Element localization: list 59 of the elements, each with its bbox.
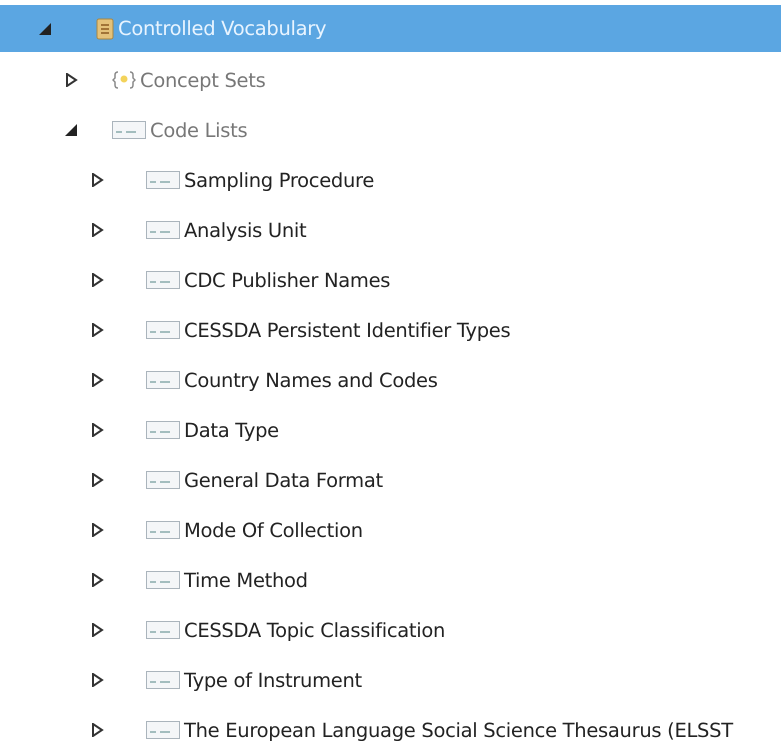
expand-icon[interactable] (90, 673, 104, 687)
tree-row[interactable]: General Data Format (0, 455, 781, 505)
list-icon (146, 420, 180, 440)
expand-icon[interactable] (90, 723, 104, 737)
node-label: CESSDA Topic Classification (184, 618, 446, 642)
expand-icon[interactable] (90, 623, 104, 637)
list-icon (146, 370, 180, 390)
list-icon (146, 520, 180, 540)
node-label: Controlled Vocabulary (118, 17, 326, 40)
tree-row[interactable]: CDC Publisher Names (0, 255, 781, 305)
tree-row[interactable]: Data Type (0, 405, 781, 455)
list-icon (112, 120, 146, 140)
expand-icon[interactable] (90, 473, 104, 487)
list-icon (146, 270, 180, 290)
tree-row[interactable]: CESSDA Topic Classification (0, 605, 781, 655)
node-label: Sampling Procedure (184, 168, 374, 192)
list-icon (146, 670, 180, 690)
node-label: Code Lists (150, 118, 248, 142)
tree-row[interactable]: Concept Sets (0, 55, 781, 105)
tree-row[interactable]: Code Lists (0, 105, 781, 155)
collapse-icon[interactable] (64, 123, 78, 137)
tree-row[interactable]: Country Names and Codes (0, 355, 781, 405)
tree-row[interactable]: Mode Of Collection (0, 505, 781, 555)
braces-icon (112, 70, 136, 90)
list-icon (146, 620, 180, 640)
tree-row[interactable]: CESSDA Persistent Identifier Types (0, 305, 781, 355)
node-label: Type of Instrument (184, 668, 362, 692)
node-label: Mode Of Collection (184, 518, 363, 542)
node-label: CDC Publisher Names (184, 268, 390, 292)
expand-icon[interactable] (90, 323, 104, 337)
list-icon (146, 570, 180, 590)
tree-row[interactable]: Sampling Procedure (0, 155, 781, 205)
tree-row[interactable]: Time Method (0, 555, 781, 605)
list-icon (146, 720, 180, 740)
node-label: Time Method (184, 568, 308, 592)
expand-icon[interactable] (90, 423, 104, 437)
node-label: Country Names and Codes (184, 368, 438, 392)
tree-row[interactable]: Type of Instrument (0, 655, 781, 705)
list-icon (146, 220, 180, 240)
node-label: General Data Format (184, 468, 383, 492)
node-label: Concept Sets (140, 68, 266, 92)
expand-icon[interactable] (64, 73, 78, 87)
expand-icon[interactable] (90, 573, 104, 587)
tree-row[interactable]: Analysis Unit (0, 205, 781, 255)
expand-icon[interactable] (90, 273, 104, 287)
node-label: The European Language Social Science Thesaurus (ELSST (184, 718, 733, 742)
expand-icon[interactable] (90, 373, 104, 387)
node-label: Data Type (184, 418, 279, 442)
tree-row[interactable]: The European Language Social Science Thesaurus (ELSST (0, 705, 781, 745)
expand-icon[interactable] (90, 173, 104, 187)
node-label: Analysis Unit (184, 218, 306, 242)
list-icon (146, 470, 180, 490)
expand-icon[interactable] (90, 523, 104, 537)
expand-icon[interactable] (90, 223, 104, 237)
collapse-icon[interactable] (38, 22, 52, 36)
list-icon (146, 320, 180, 340)
list-icon (146, 170, 180, 190)
book-icon (96, 18, 114, 40)
node-label: CESSDA Persistent Identifier Types (184, 318, 510, 342)
